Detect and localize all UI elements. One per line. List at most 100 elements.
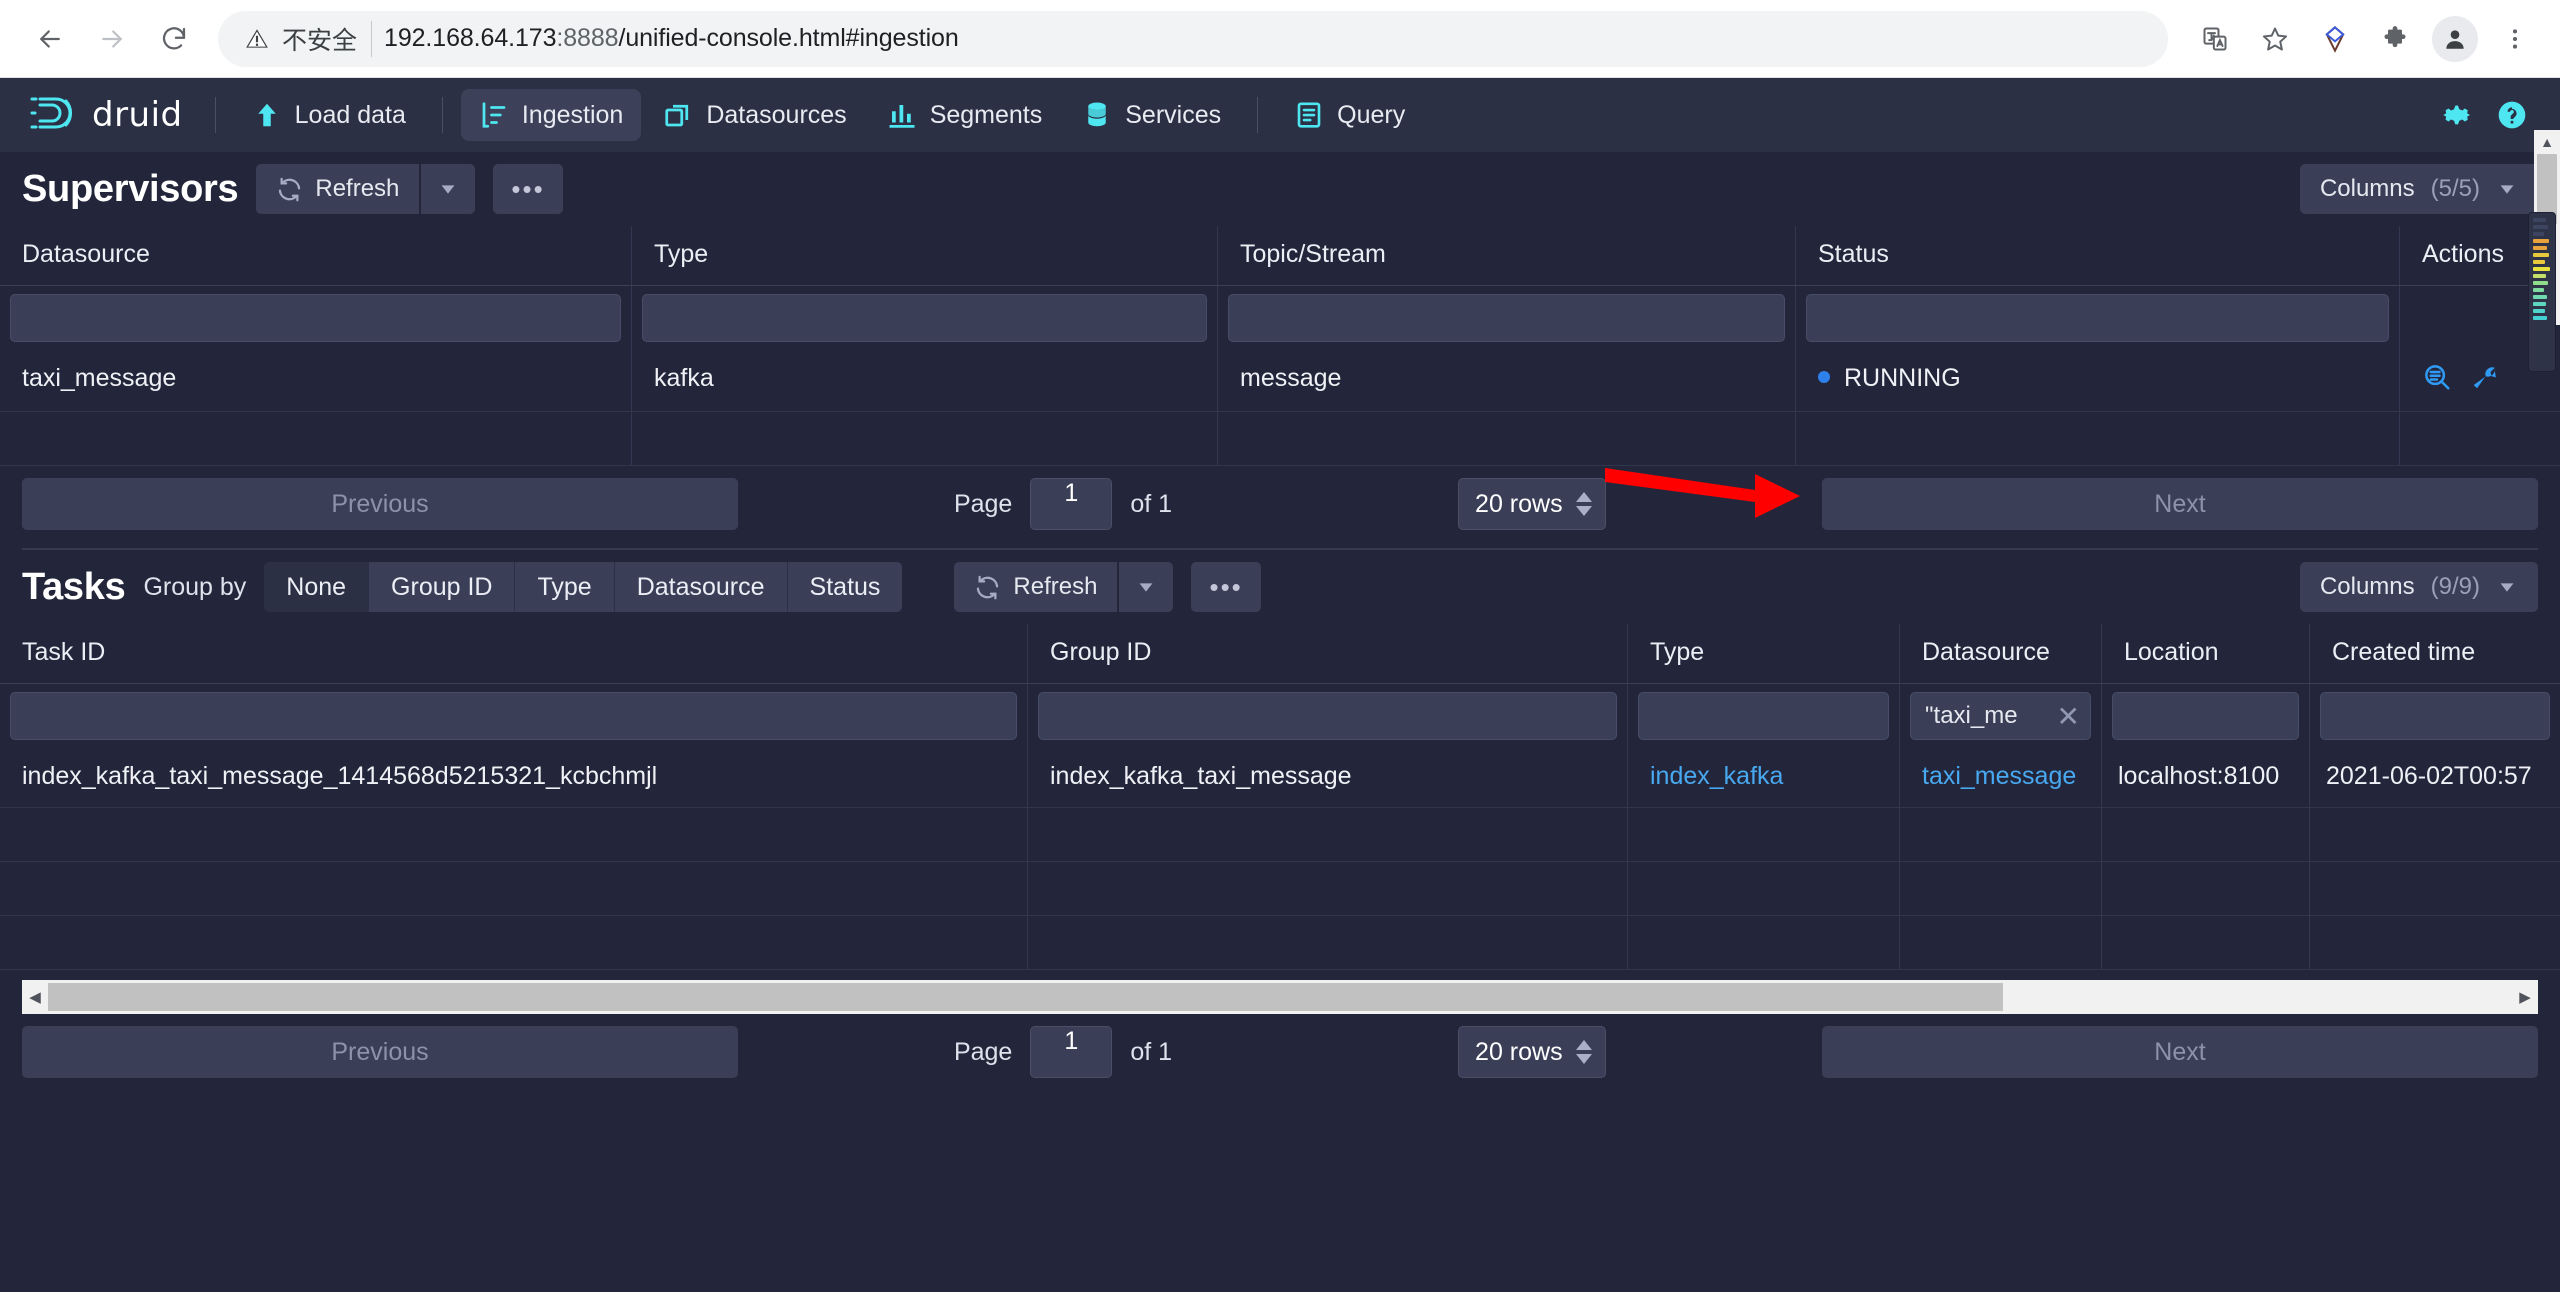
- tasks-filter-type-input[interactable]: [1638, 692, 1889, 740]
- supervisors-empty-cell-1: [0, 412, 632, 465]
- tasks-groupby-status[interactable]: Status: [787, 562, 903, 612]
- supervisors-refresh-dropdown[interactable]: [421, 164, 476, 214]
- profile-avatar-icon[interactable]: [2432, 15, 2478, 62]
- browser-toolbar: 不安全 192.168.64.173:8888/unified-console.…: [0, 0, 2560, 78]
- supervisors-next-button[interactable]: Next: [1822, 478, 2538, 530]
- nav-label-datasources: Datasources: [706, 100, 847, 129]
- tasks-empty-cell-1c: [1628, 808, 1900, 861]
- tasks-col-type[interactable]: Type: [1628, 624, 1900, 683]
- tasks-scroll-thumb[interactable]: [48, 983, 2003, 1011]
- tasks-col-created-time[interactable]: Created time: [2310, 624, 2560, 683]
- tasks-cell-type[interactable]: index_kafka: [1628, 748, 1900, 807]
- nav-item-ingestion[interactable]: Ingestion: [460, 89, 642, 141]
- supervisors-table-row[interactable]: taxi_message kafka message RUNNING: [0, 350, 2560, 412]
- supervisors-filter-topic-input[interactable]: [1228, 294, 1785, 342]
- star-icon[interactable]: [2252, 16, 2298, 62]
- tasks-filter-datasource-chip[interactable]: "taxi_me ✕: [1910, 692, 2091, 740]
- tasks-groupby-datasource[interactable]: Datasource: [614, 562, 788, 612]
- extension-diamond-icon[interactable]: [2312, 16, 2358, 62]
- tasks-empty-cell-2b: [1028, 862, 1628, 915]
- supervisors-empty-cell-2: [632, 412, 1218, 465]
- supervisors-empty-cell-5: [2400, 412, 2560, 465]
- tasks-refresh-dropdown[interactable]: [1119, 562, 1174, 612]
- navbar-right-actions: [2442, 99, 2538, 131]
- tasks-scroll-track[interactable]: [48, 980, 2512, 1014]
- tasks-filter-created-time-input[interactable]: [2320, 692, 2550, 740]
- tasks-cell-location: localhost:8100: [2102, 748, 2310, 807]
- tasks-horizontal-scrollbar[interactable]: ◀ ▶: [22, 980, 2538, 1014]
- puzzle-icon[interactable]: [2372, 16, 2418, 62]
- supervisors-previous-button[interactable]: Previous: [22, 478, 738, 530]
- supervisors-col-datasource[interactable]: Datasource: [0, 226, 632, 285]
- tasks-more-button[interactable]: •••: [1191, 562, 1261, 612]
- supervisors-more-button[interactable]: •••: [493, 164, 563, 214]
- tasks-col-task-id[interactable]: Task ID: [0, 624, 1028, 683]
- tasks-columns-label: Columns: [2319, 573, 2415, 600]
- nav-item-segments[interactable]: Segments: [869, 89, 1061, 141]
- tasks-filter-group-id-input[interactable]: [1038, 692, 1617, 740]
- tasks-groupby-group-id[interactable]: Group ID: [369, 562, 516, 612]
- supervisors-filter-status-input[interactable]: [1806, 294, 2389, 342]
- supervisors-cell-type: kafka: [632, 350, 1218, 411]
- tasks-groupby-type[interactable]: Type: [515, 562, 615, 612]
- tasks-table-header: Task ID Group ID Type Datasource Locatio…: [0, 624, 2560, 684]
- translate-icon[interactable]: [2192, 16, 2238, 62]
- scroll-left-arrow-icon[interactable]: ◀: [22, 988, 48, 1006]
- chevron-down-icon: [1135, 576, 1157, 598]
- tasks-groupby-none[interactable]: None: [264, 562, 370, 612]
- supervisors-filter-type-input[interactable]: [642, 294, 1207, 342]
- supervisors-rows-select[interactable]: 20 rows: [1458, 478, 1607, 530]
- druid-logo[interactable]: druid: [22, 91, 197, 140]
- supervisors-page-input[interactable]: 1: [1030, 478, 1113, 530]
- tasks-next-button[interactable]: Next: [1822, 1026, 2538, 1078]
- nav-item-services[interactable]: Services: [1064, 89, 1239, 141]
- supervisors-col-status[interactable]: Status: [1796, 226, 2400, 285]
- reload-icon[interactable]: [146, 11, 202, 67]
- tasks-filter-location-input[interactable]: [2112, 692, 2299, 740]
- tasks-rows-value: 20 rows: [1475, 1037, 1563, 1066]
- supervisors-refresh-button[interactable]: Refresh: [256, 164, 420, 214]
- nav-item-query[interactable]: Query: [1276, 89, 1423, 141]
- help-circle-icon[interactable]: [2496, 99, 2528, 131]
- tasks-page-controls: Page 1 of 1 20 rows: [738, 1026, 1822, 1078]
- gear-icon[interactable]: [2442, 99, 2474, 131]
- supervisors-page-label: Page: [953, 489, 1013, 518]
- supervisors-col-type[interactable]: Type: [632, 226, 1218, 285]
- url-text: 192.168.64.173:8888/unified-console.html…: [384, 24, 959, 52]
- back-arrow-icon[interactable]: [22, 11, 78, 67]
- nav-item-load-data[interactable]: Load data: [234, 89, 424, 141]
- supervisors-col-topic[interactable]: Topic/Stream: [1218, 226, 1796, 285]
- tasks-rows-select[interactable]: 20 rows: [1458, 1026, 1607, 1078]
- code-minimap[interactable]: [2528, 212, 2556, 372]
- tasks-col-datasource[interactable]: Datasource: [1900, 624, 2102, 683]
- supervisors-cell-datasource: taxi_message: [0, 350, 632, 411]
- kebab-menu-icon[interactable]: [2492, 16, 2538, 62]
- tasks-filter-row: "taxi_me ✕: [0, 684, 2560, 748]
- close-x-icon[interactable]: ✕: [2051, 700, 2080, 733]
- tasks-empty-row-2: [0, 862, 2560, 916]
- wrench-icon[interactable]: [2470, 362, 2500, 399]
- forward-arrow-icon[interactable]: [84, 11, 140, 67]
- nav-label-load-data: Load data: [294, 100, 406, 129]
- query-magnifier-icon[interactable]: [2422, 362, 2452, 399]
- tasks-table-row[interactable]: index_kafka_taxi_message_1414568d5215321…: [0, 748, 2560, 808]
- stepper-updown-icon: [1575, 1039, 1593, 1065]
- tasks-col-location[interactable]: Location: [2102, 624, 2310, 683]
- tasks-col-group-id[interactable]: Group ID: [1028, 624, 1628, 683]
- tasks-filter-task-id-input[interactable]: [10, 692, 1017, 740]
- tasks-empty-cell-2e: [2102, 862, 2310, 915]
- scroll-up-arrow-icon[interactable]: ▲: [2540, 130, 2554, 154]
- tasks-refresh-button[interactable]: Refresh: [954, 562, 1118, 612]
- tasks-previous-button[interactable]: Previous: [22, 1026, 738, 1078]
- supervisors-filter-datasource-input[interactable]: [10, 294, 621, 342]
- tasks-table: Task ID Group ID Type Datasource Locatio…: [0, 624, 2560, 970]
- supervisors-columns-button[interactable]: Columns (5/5): [2299, 164, 2538, 214]
- nav-item-datasources[interactable]: Datasources: [645, 89, 864, 141]
- tasks-cell-datasource[interactable]: taxi_message: [1900, 748, 2102, 807]
- tasks-pagination: Previous Page 1 of 1 20 rows Next: [0, 1014, 2560, 1090]
- tasks-columns-button[interactable]: Columns (9/9): [2299, 562, 2538, 612]
- scroll-right-arrow-icon[interactable]: ▶: [2512, 988, 2538, 1006]
- chevron-down-icon: [2496, 178, 2518, 200]
- tasks-page-input[interactable]: 1: [1030, 1026, 1113, 1078]
- address-bar[interactable]: 不安全 192.168.64.173:8888/unified-console.…: [218, 10, 2168, 67]
